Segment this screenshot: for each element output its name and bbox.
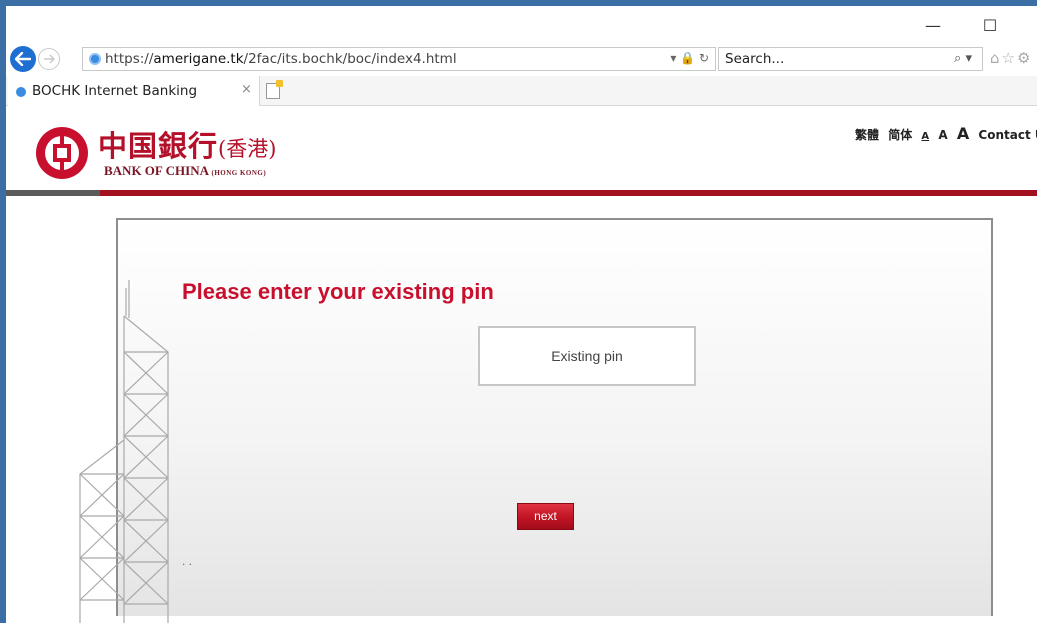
tab-title: BOCHK Internet Banking [32,83,198,99]
header-divider-red [100,190,1037,196]
search-icon[interactable]: ⌕ ▾ [954,51,972,66]
login-panel [116,218,993,616]
arrow-right-icon [44,54,55,64]
header-links: 繁體 简体 A A A Contact Us [855,124,1037,143]
maximize-button[interactable]: ☐ [978,16,1002,36]
home-star-gear-icon[interactable]: ⌂☆⚙ [990,49,1032,67]
tab-bochk[interactable]: BOCHK Internet Banking × [8,76,260,106]
url-path: /2fac/its.bochk/boc/index4.html [243,51,457,67]
url-prefix: https:// [105,51,154,67]
logo-chinese: 中国銀行(香港) [98,123,276,165]
font-large-link[interactable]: A [957,124,969,143]
header-divider-grey [6,190,100,196]
logo-en-small: (HONG KONG) [211,169,267,177]
footer-dots: . . [182,554,193,568]
close-icon[interactable]: × [241,82,252,97]
browser-window: — ☐ https://amerigane.tk/2fac/its.bochk/… [6,6,1037,623]
logo-english: BANK OF CHINA (HONG KONG) [104,163,266,179]
minimize-button[interactable]: — [921,16,945,36]
url-text: https://amerigane.tk/2fac/its.bochk/boc/… [105,51,457,67]
next-button[interactable]: next [517,503,574,530]
search-placeholder: Search... [725,51,785,67]
logo-cn-text: 中国銀行 [98,129,219,163]
ie-tab-icon [16,87,26,97]
url-domain: amerigane.tk [153,51,244,67]
page-title: Please enter your existing pin [182,279,494,304]
page-content: 中国銀行(香港) BANK OF CHINA (HONG KONG) 繁體 简体… [6,106,1037,623]
back-button[interactable] [10,46,36,72]
lock-refresh-icon[interactable]: ▾ 🔒 ↻ [670,51,709,65]
lang-traditional-link[interactable]: 繁體 [855,128,879,142]
font-small-link[interactable]: A [921,131,929,142]
contact-us-link[interactable]: Contact Us [978,128,1037,142]
new-tab-icon[interactable] [266,80,283,99]
arrow-left-icon [15,52,31,66]
boc-tower-illustration [79,280,169,623]
tab-strip: BOCHK Internet Banking × [6,76,1037,106]
existing-pin-field[interactable] [478,326,696,386]
address-bar[interactable]: https://amerigane.tk/2fac/its.bochk/boc/… [82,47,716,71]
boc-logo-icon [36,127,88,179]
title-bar: — ☐ [6,6,1037,44]
search-input[interactable]: Search... ⌕ ▾ [718,47,983,71]
lang-simplified-link[interactable]: 简体 [888,128,912,142]
logo-cn-hk: (香港) [218,137,277,161]
ie-page-icon [89,53,101,65]
forward-button[interactable] [38,48,60,70]
logo-en-text: BANK OF CHINA [104,163,209,178]
navigation-bar: https://amerigane.tk/2fac/its.bochk/boc/… [6,44,1037,74]
font-medium-link[interactable]: A [938,128,947,142]
